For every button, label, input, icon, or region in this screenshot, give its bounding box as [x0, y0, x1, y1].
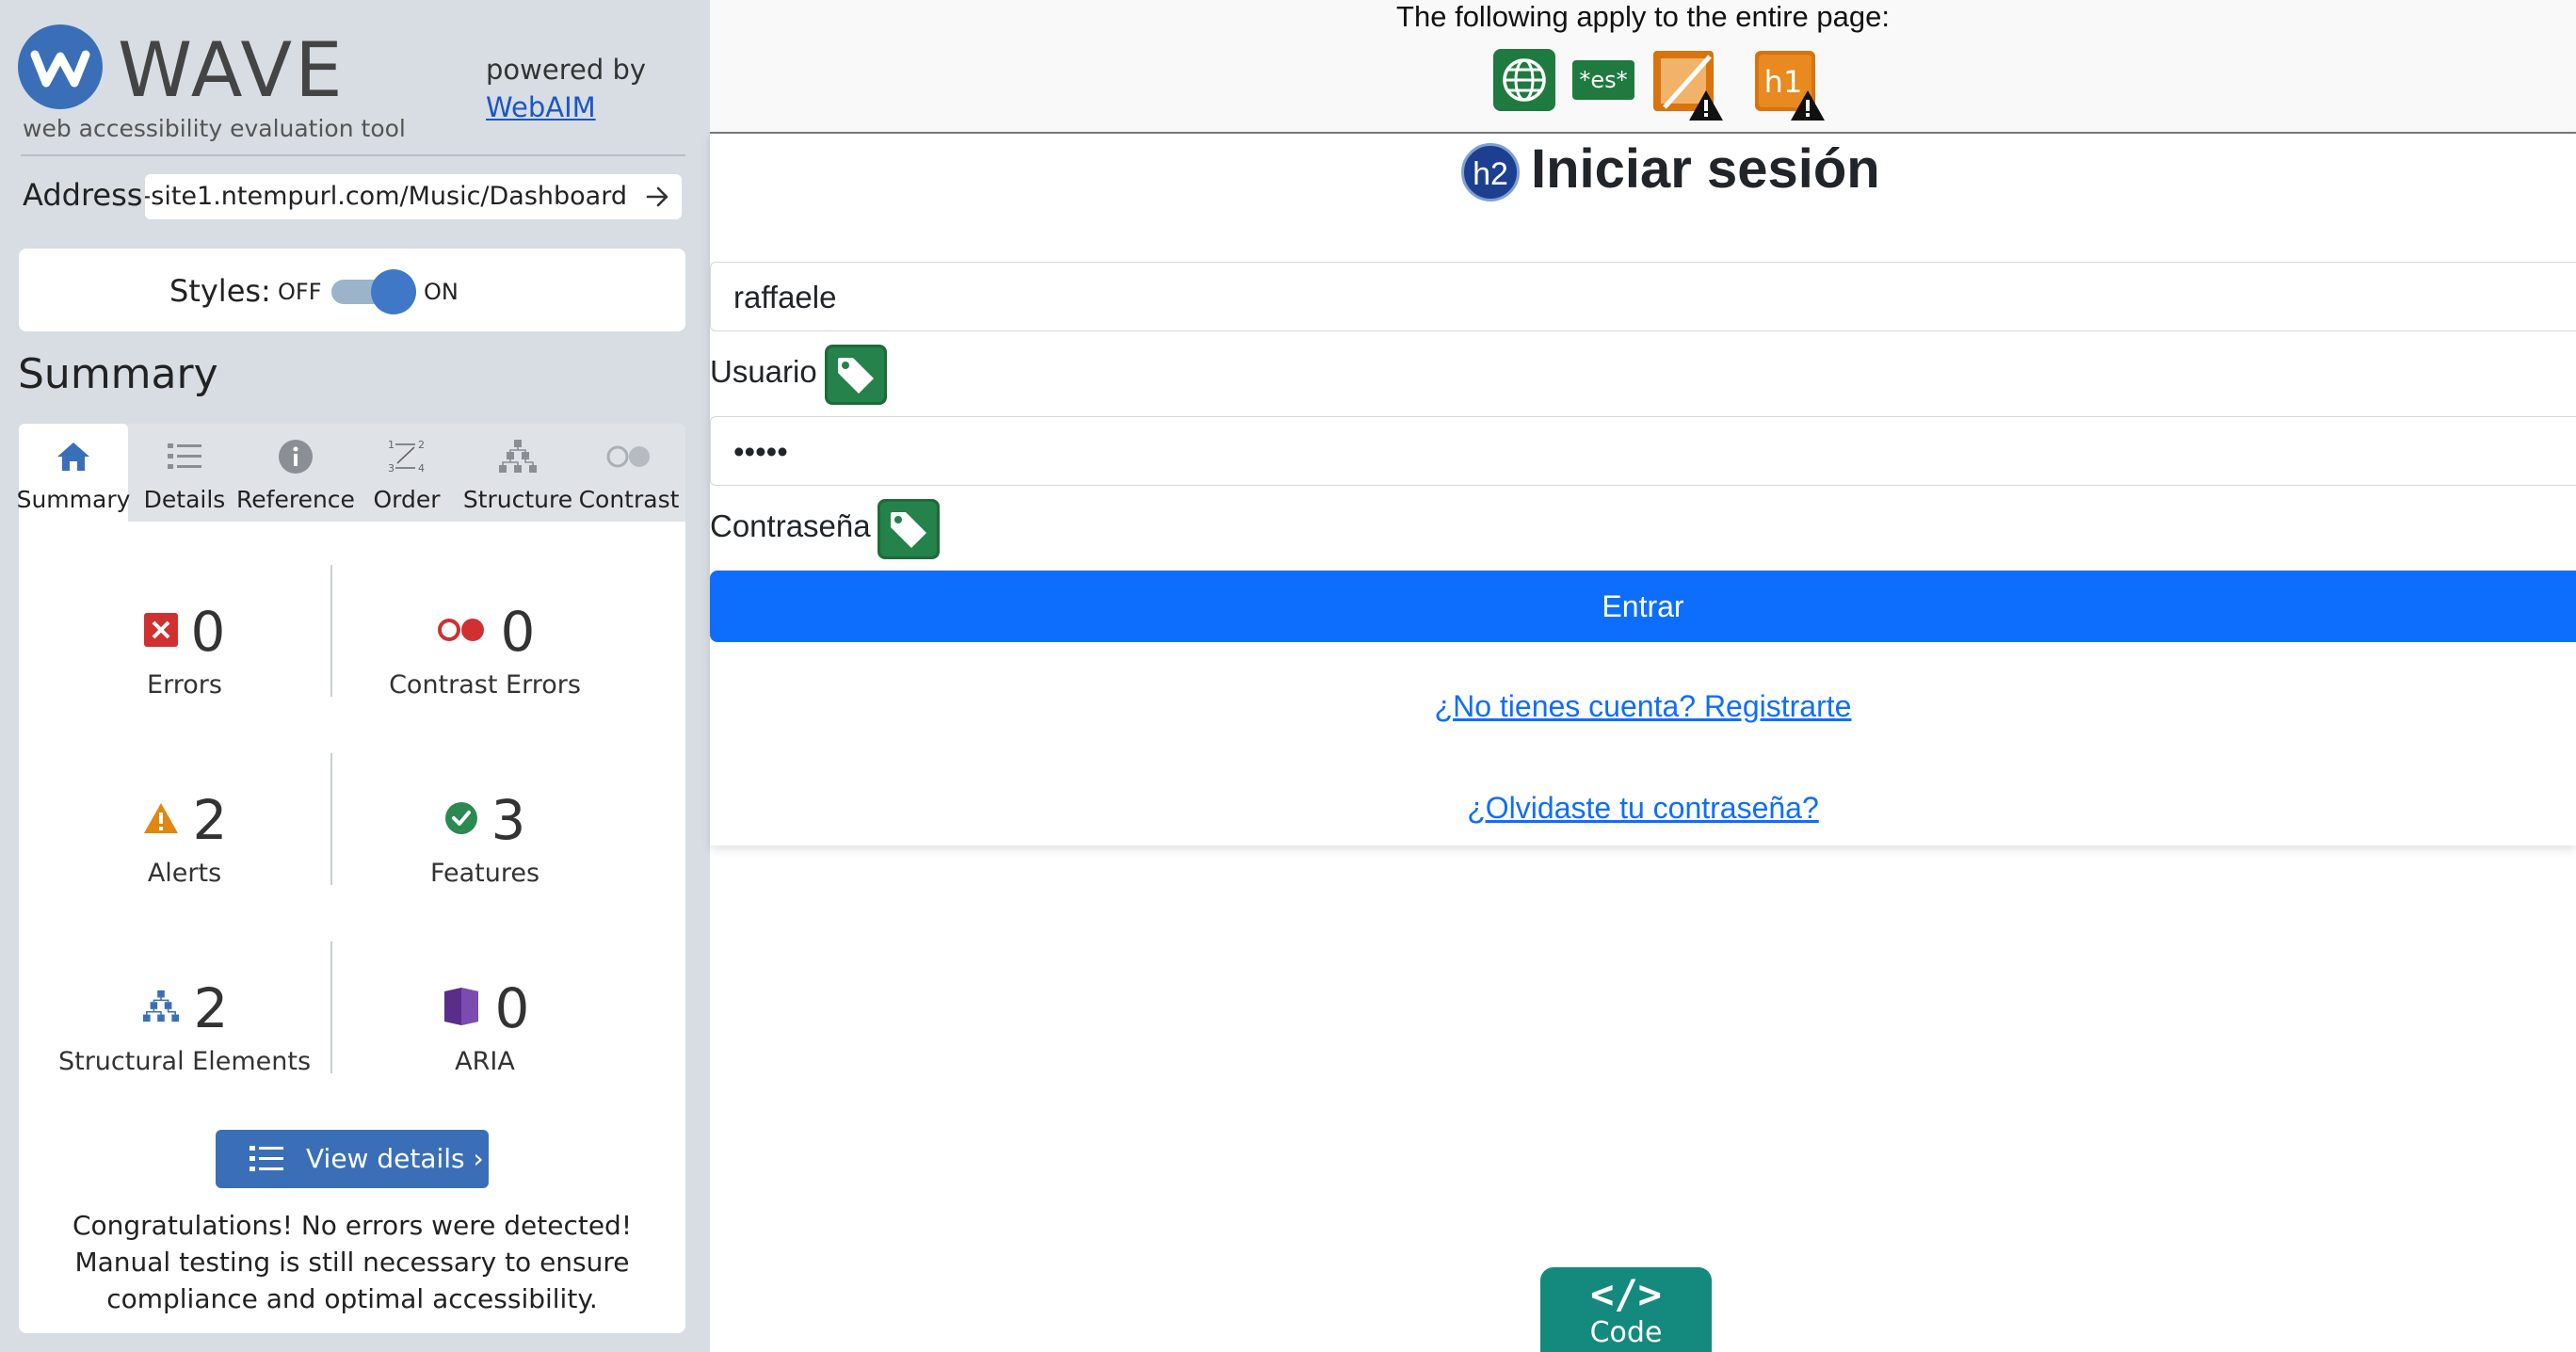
tab-details[interactable]: Details — [130, 424, 239, 522]
page-icons: *es* h1 — [1493, 49, 1851, 121]
styles-off-label: OFF — [278, 279, 322, 305]
aria-count: 0 — [494, 976, 530, 1040]
lang-badge-text: *es* — [1579, 67, 1627, 93]
wave-sidebar: WAVE web accessibility evaluation tool p… — [0, 0, 710, 1352]
address-input[interactable]: 2001-site1.ntempurl.com/Music/Dashboard — [145, 174, 682, 219]
styles-on-label: ON — [424, 279, 459, 305]
list-icon — [248, 1143, 285, 1182]
page-apply-text: The following apply to the entire page: — [1396, 0, 1890, 33]
styles-label: Styles: — [169, 273, 271, 309]
congratulations-message: Congratulations! No errors were detected… — [72, 1210, 633, 1314]
go-arrow-icon[interactable] — [646, 184, 670, 214]
stat-errors[interactable]: 0 Errors — [34, 599, 335, 700]
powered-by: powered by WebAIM — [486, 51, 646, 126]
address-label: Address: — [23, 177, 153, 213]
panel-tabs: Summary Details Reference 1 2 3 4 Order Str… — [17, 424, 685, 522]
svg-text:1: 1 — [388, 439, 394, 451]
order-icon: 1 2 3 4 — [352, 433, 461, 480]
alert-h1-missing-icon[interactable]: h1 — [1753, 49, 1825, 124]
contrast-errors-label: Contrast Errors — [389, 670, 581, 700]
heading-level-badge[interactable]: h2 — [1461, 143, 1520, 201]
forgot-password-link[interactable]: ¿Olvidaste tu contraseña? — [710, 791, 2576, 826]
page-title: Iniciar sesión — [1531, 138, 1880, 200]
powered-by-label: powered by — [486, 54, 647, 86]
language-es-icon[interactable]: *es* — [1572, 60, 1634, 104]
wave-logo-text: WAVE — [118, 26, 346, 114]
tab-label: Order — [373, 486, 441, 513]
styles-toggle-knob[interactable] — [371, 269, 416, 314]
tab-label: Structure — [462, 486, 573, 513]
label-tag-icon[interactable] — [877, 499, 940, 564]
svg-text:4: 4 — [418, 462, 425, 475]
tab-label: Details — [143, 486, 226, 513]
stat-contrast-errors[interactable]: 0 Contrast Errors — [334, 599, 636, 700]
alert-icon — [142, 801, 180, 839]
view-details-label: View details › — [306, 1143, 484, 1174]
view-details-button[interactable]: View details › — [216, 1130, 489, 1188]
code-label: Code — [1589, 1316, 1663, 1349]
tab-label: Reference — [236, 486, 355, 513]
sidebar-divider — [21, 154, 685, 156]
username-input[interactable]: raffaele — [710, 262, 2576, 331]
contrast-errors-count: 0 — [500, 600, 536, 664]
features-label: Features — [429, 859, 540, 888]
error-icon — [143, 613, 178, 651]
login-card: h2 Iniciar sesión raffaele Usuario •••••… — [710, 134, 2576, 845]
info-icon — [241, 433, 350, 480]
contrast-error-icon — [435, 615, 488, 649]
alerts-label: Alerts — [147, 859, 222, 888]
stat-structural-elements[interactable]: 2 Structural Elements — [34, 975, 335, 1076]
alert-no-title-icon[interactable] — [1651, 49, 1723, 124]
tab-label: Summary — [16, 486, 131, 513]
tab-reference[interactable]: Reference — [236, 424, 355, 522]
svg-text:3: 3 — [388, 462, 394, 475]
language-globe-icon[interactable] — [1493, 49, 1555, 115]
stat-alerts[interactable]: 2 Alerts — [34, 787, 335, 888]
features-count: 3 — [491, 788, 526, 852]
password-label: Contraseña — [710, 508, 871, 543]
code-toggle-button[interactable]: </> Code — [1540, 1267, 1712, 1352]
list-icon — [130, 433, 239, 480]
tab-contrast[interactable]: Contrast — [574, 424, 684, 522]
svg-text:2: 2 — [418, 439, 425, 451]
wave-logo-icon — [18, 24, 103, 109]
structure-icon — [463, 433, 572, 480]
tab-order[interactable]: 1 2 3 4 Order — [352, 424, 461, 522]
tab-summary[interactable]: Summary — [17, 424, 130, 522]
alerts-count: 2 — [192, 788, 228, 852]
stat-aria[interactable]: 0 ARIA — [334, 975, 636, 1076]
structure-element-icon — [141, 989, 181, 1028]
username-label: Usuario — [710, 354, 817, 389]
contrast-icon — [574, 433, 684, 480]
wave-tagline: web accessibility evaluation tool — [23, 115, 406, 142]
styles-toggle-panel: Styles: OFF ON — [19, 249, 685, 331]
errors-count: 0 — [190, 600, 226, 664]
summary-heading: Summary — [18, 350, 218, 398]
home-icon — [19, 433, 128, 480]
aria-label: ARIA — [455, 1047, 515, 1076]
errors-label: Errors — [147, 670, 222, 700]
password-input[interactable]: ••••• — [710, 416, 2576, 486]
structural-count: 2 — [193, 976, 229, 1040]
summary-panel: Summary Details Reference 1 2 3 4 Order Str… — [17, 424, 685, 1333]
label-tag-icon[interactable] — [825, 345, 887, 410]
code-icon: </> — [1590, 1271, 1662, 1317]
password-value: ••••• — [733, 434, 788, 469]
aria-cube-icon — [441, 986, 482, 1031]
webaim-link[interactable]: WebAIM — [486, 91, 596, 123]
h1-badge-text: h1 — [1764, 64, 1803, 100]
tab-label: Contrast — [578, 486, 680, 513]
tab-structure[interactable]: Structure — [463, 424, 572, 522]
page-level-icons-bar: The following apply to the entire page: … — [710, 0, 2576, 134]
submit-label: Entrar — [1602, 589, 1684, 623]
structural-label: Structural Elements — [57, 1047, 312, 1076]
register-link[interactable]: ¿No tienes cuenta? Registrarte — [710, 689, 2576, 724]
stat-features[interactable]: 3 Features — [334, 787, 636, 888]
address-value: 2001-site1.ntempurl.com/Music/Dashboard — [145, 182, 627, 211]
username-value: raffaele — [733, 280, 837, 314]
feature-check-icon — [444, 801, 478, 839]
submit-button[interactable]: Entrar — [710, 571, 2576, 642]
